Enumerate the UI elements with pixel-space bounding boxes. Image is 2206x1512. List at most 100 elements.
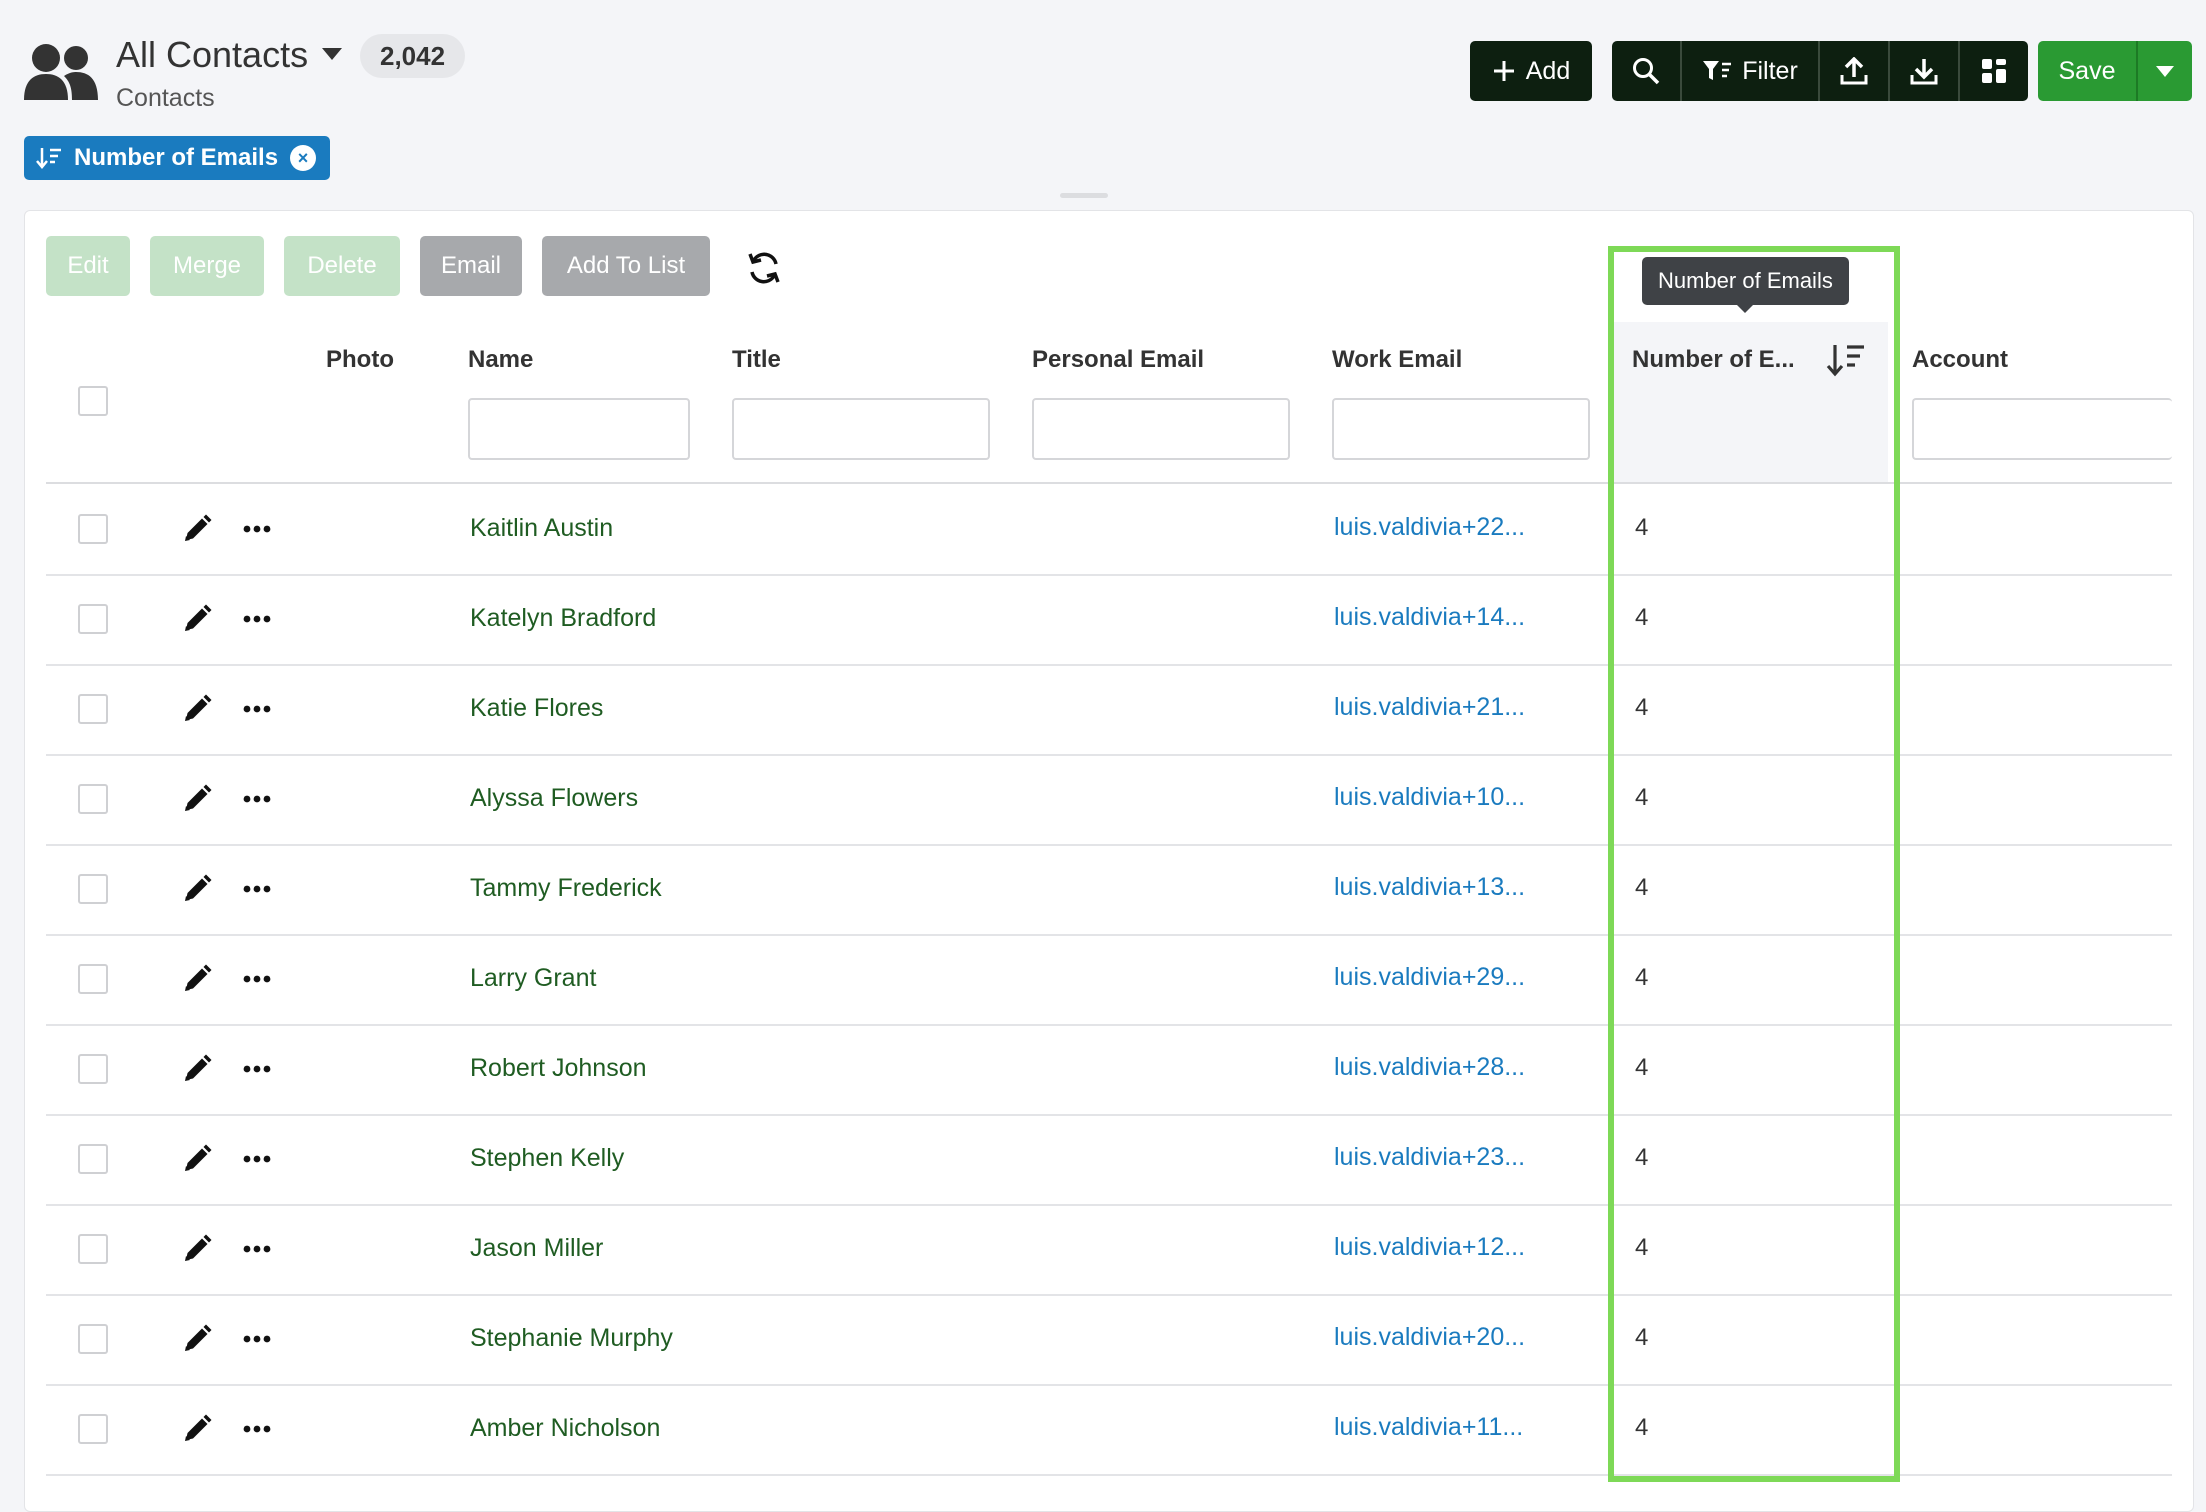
refresh-icon[interactable]	[744, 248, 784, 288]
download-icon	[1910, 59, 1938, 85]
add-to-list-button[interactable]: Add To List	[542, 236, 710, 296]
more-options-icon[interactable]	[242, 880, 272, 898]
table-row[interactable]: Stephanie Murphy luis.valdivia+20... 4	[46, 1294, 2172, 1386]
contact-name-link[interactable]: Tammy Frederick	[470, 874, 662, 903]
layout-button[interactable]	[1960, 41, 2028, 101]
import-button[interactable]	[1820, 41, 1890, 101]
more-options-icon[interactable]	[242, 610, 272, 628]
work-email-link[interactable]: luis.valdivia+28...	[1334, 1053, 1525, 1082]
work-email-link[interactable]: luis.valdivia+12...	[1334, 1233, 1525, 1262]
pencil-icon[interactable]	[182, 1234, 212, 1264]
pencil-icon[interactable]	[182, 964, 212, 994]
pencil-icon[interactable]	[182, 604, 212, 634]
title-filter-input[interactable]	[732, 398, 990, 460]
column-header-work-email[interactable]: Work Email	[1332, 346, 1462, 374]
drag-handle[interactable]	[1060, 193, 1108, 198]
work-email-link[interactable]: luis.valdivia+14...	[1334, 603, 1525, 632]
more-options-icon[interactable]	[242, 1240, 272, 1258]
pencil-icon[interactable]	[182, 514, 212, 544]
contact-name-link[interactable]: Stephen Kelly	[470, 1144, 624, 1173]
name-filter-input[interactable]	[468, 398, 690, 460]
column-header-number-of-emails[interactable]: Number of E...	[1632, 346, 1795, 374]
contact-name-link[interactable]: Robert Johnson	[470, 1054, 647, 1083]
row-checkbox[interactable]	[78, 1144, 108, 1174]
search-button[interactable]	[1612, 41, 1682, 101]
contact-name-link[interactable]: Stephanie Murphy	[470, 1324, 673, 1353]
account-filter-input[interactable]	[1912, 398, 2172, 460]
work-email-link[interactable]: luis.valdivia+20...	[1334, 1323, 1525, 1352]
pencil-icon[interactable]	[182, 1054, 212, 1084]
work-email-link[interactable]: luis.valdivia+21...	[1334, 693, 1525, 722]
row-checkbox[interactable]	[78, 1054, 108, 1084]
row-checkbox[interactable]	[78, 1234, 108, 1264]
pencil-icon[interactable]	[182, 1324, 212, 1354]
work-email-link[interactable]: luis.valdivia+29...	[1334, 963, 1525, 992]
more-options-icon[interactable]	[242, 1150, 272, 1168]
pencil-icon[interactable]	[182, 784, 212, 814]
add-button[interactable]: Add	[1470, 41, 1592, 101]
merge-button[interactable]: Merge	[150, 236, 264, 296]
contact-name-link[interactable]: Katelyn Bradford	[470, 604, 656, 633]
column-header-title[interactable]: Title	[732, 346, 781, 374]
page-title[interactable]: All Contacts	[116, 34, 308, 76]
row-checkbox[interactable]	[78, 874, 108, 904]
delete-button[interactable]: Delete	[284, 236, 400, 296]
pencil-icon[interactable]	[182, 1144, 212, 1174]
table-row[interactable]: Amber Nicholson luis.valdivia+11... 4	[46, 1384, 2172, 1476]
more-options-icon[interactable]	[242, 520, 272, 538]
contact-name-link[interactable]: Amber Nicholson	[470, 1414, 660, 1443]
column-header-account[interactable]: Account	[1912, 346, 2008, 374]
view-dropdown-caret-icon[interactable]	[322, 48, 342, 60]
sort-desc-icon[interactable]	[1826, 342, 1866, 378]
edit-button[interactable]: Edit	[46, 236, 130, 296]
save-options-button[interactable]	[2138, 41, 2192, 101]
work-email-link[interactable]: luis.valdivia+23...	[1334, 1143, 1525, 1172]
contact-name-link[interactable]: Larry Grant	[470, 964, 596, 993]
contact-name-link[interactable]: Katie Flores	[470, 694, 603, 723]
pencil-icon[interactable]	[182, 1414, 212, 1444]
row-checkbox[interactable]	[78, 694, 108, 724]
work-email-link[interactable]: luis.valdivia+10...	[1334, 783, 1525, 812]
work-email-link[interactable]: luis.valdivia+13...	[1334, 873, 1525, 902]
table-row[interactable]: Jason Miller luis.valdivia+12... 4	[46, 1204, 2172, 1296]
more-options-icon[interactable]	[242, 700, 272, 718]
table-row[interactable]: Robert Johnson luis.valdivia+28... 4	[46, 1024, 2172, 1116]
export-button[interactable]	[1890, 41, 1960, 101]
contact-name-link[interactable]: Jason Miller	[470, 1234, 603, 1263]
personal-email-filter-input[interactable]	[1032, 398, 1290, 460]
column-header-photo[interactable]: Photo	[326, 346, 394, 374]
more-options-icon[interactable]	[242, 1330, 272, 1348]
work-email-filter-input[interactable]	[1332, 398, 1590, 460]
row-checkbox[interactable]	[78, 1414, 108, 1444]
pencil-icon[interactable]	[182, 874, 212, 904]
contact-name-link[interactable]: Alyssa Flowers	[470, 784, 638, 813]
table-row[interactable]: Katelyn Bradford luis.valdivia+14... 4	[46, 574, 2172, 666]
row-checkbox[interactable]	[78, 514, 108, 544]
filter-button[interactable]: Filter	[1682, 41, 1820, 101]
table-row[interactable]: Alyssa Flowers luis.valdivia+10... 4	[46, 754, 2172, 846]
select-all-checkbox[interactable]	[78, 386, 108, 416]
table-row[interactable]: Larry Grant luis.valdivia+29... 4	[46, 934, 2172, 1026]
row-checkbox[interactable]	[78, 1324, 108, 1354]
pencil-icon[interactable]	[182, 694, 212, 724]
remove-sort-icon[interactable]: ×	[290, 145, 317, 171]
sort-chip[interactable]: Number of Emails ×	[24, 136, 331, 180]
save-button[interactable]: Save	[2038, 41, 2138, 101]
more-options-icon[interactable]	[242, 1060, 272, 1078]
column-header-personal-email[interactable]: Personal Email	[1032, 346, 1204, 374]
row-checkbox[interactable]	[78, 964, 108, 994]
contact-name-link[interactable]: Kaitlin Austin	[470, 514, 613, 543]
table-row[interactable]: Stephen Kelly luis.valdivia+23... 4	[46, 1114, 2172, 1206]
email-button[interactable]: Email	[420, 236, 522, 296]
row-checkbox[interactable]	[78, 784, 108, 814]
column-header-name[interactable]: Name	[468, 346, 533, 374]
more-options-icon[interactable]	[242, 790, 272, 808]
more-options-icon[interactable]	[242, 970, 272, 988]
table-row[interactable]: Kaitlin Austin luis.valdivia+22... 4	[46, 484, 2172, 576]
more-options-icon[interactable]	[242, 1420, 272, 1438]
work-email-link[interactable]: luis.valdivia+22...	[1334, 513, 1525, 542]
table-row[interactable]: Katie Flores luis.valdivia+21... 4	[46, 664, 2172, 756]
table-row[interactable]: Tammy Frederick luis.valdivia+13... 4	[46, 844, 2172, 936]
work-email-link[interactable]: luis.valdivia+11...	[1334, 1413, 1523, 1442]
row-checkbox[interactable]	[78, 604, 108, 634]
